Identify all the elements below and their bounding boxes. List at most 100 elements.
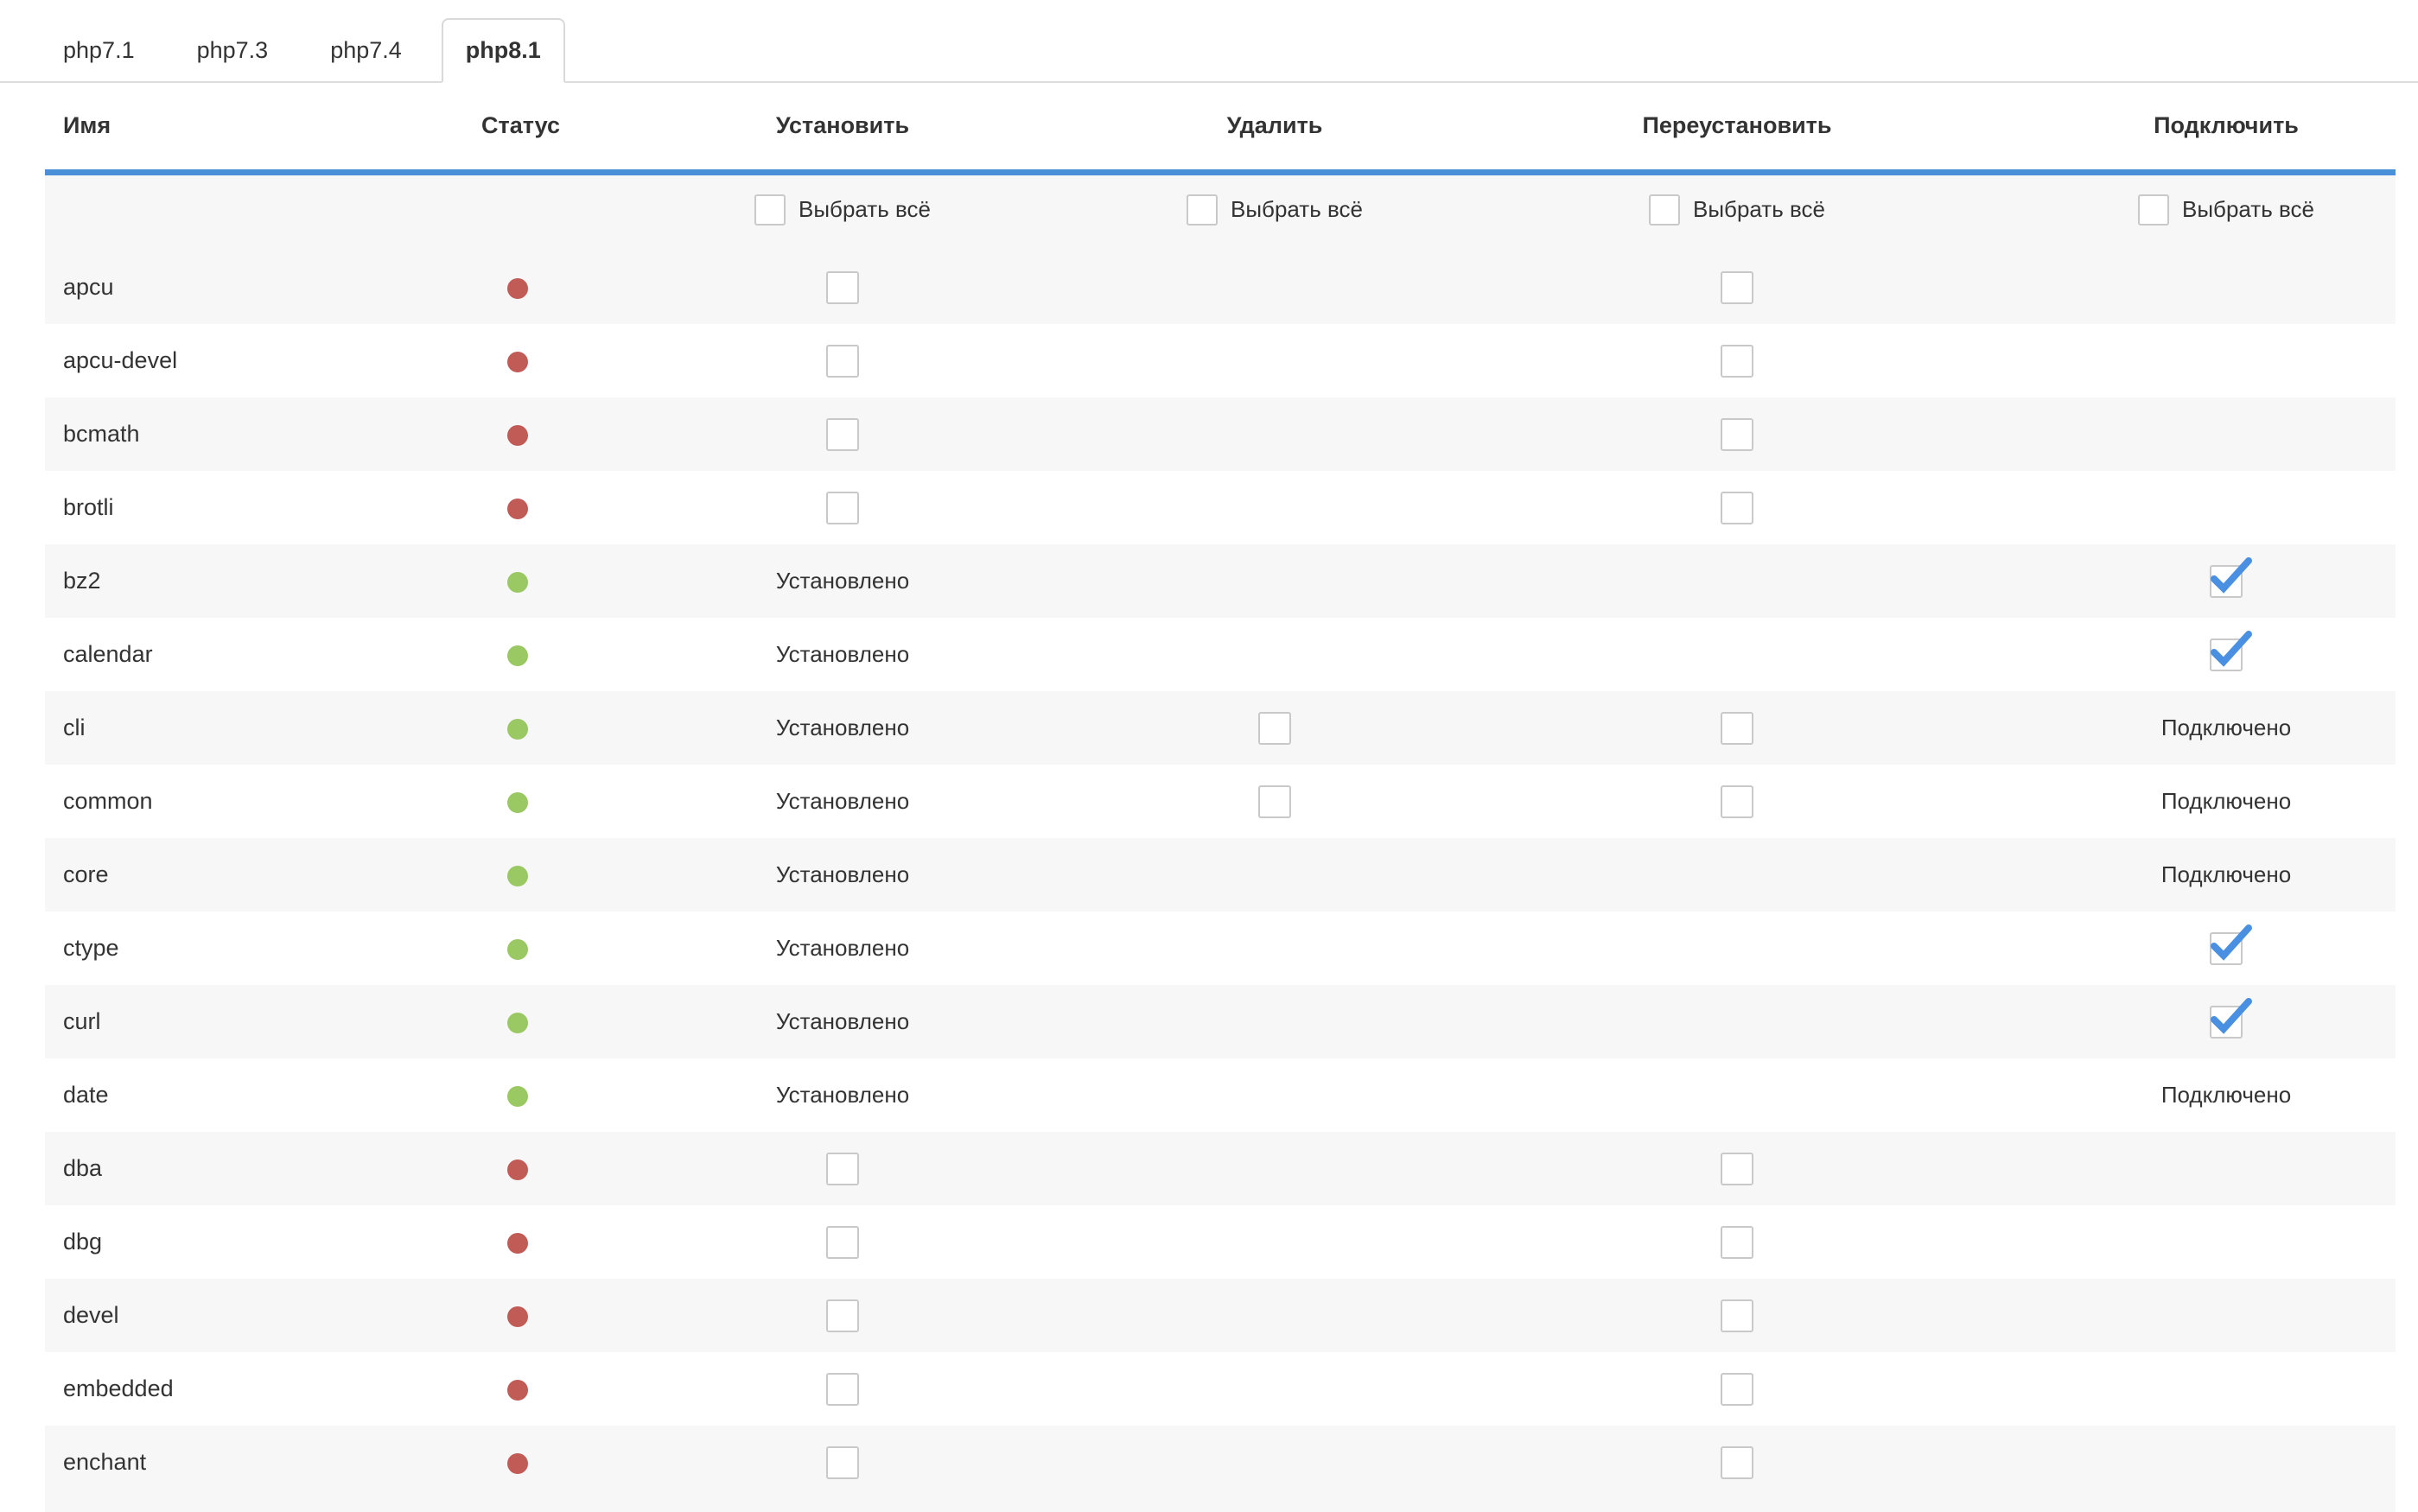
- status-dot: [507, 1380, 528, 1401]
- extension-name: core: [45, 838, 481, 912]
- tab-php7.4[interactable]: php7.4: [308, 20, 424, 81]
- extensions-table: Имя Статус Установить Удалить Переустано…: [45, 83, 2396, 1512]
- installed-text: Установлено: [776, 1008, 909, 1034]
- php-version-tabbar: php7.1 php7.3 php7.4 php8.1: [0, 0, 2418, 83]
- status-cell: [481, 618, 553, 691]
- row-apcu: apcu: [45, 251, 2396, 324]
- install-checkbox[interactable]: [826, 1446, 859, 1479]
- install-checkbox[interactable]: [826, 345, 859, 378]
- reinstall-cell: [1417, 324, 2057, 397]
- enable-cell: [2057, 1279, 2396, 1352]
- remove-cell: [1132, 765, 1417, 838]
- reinstall-checkbox[interactable]: [1721, 785, 1753, 818]
- reinstall-cell: [1417, 985, 2057, 1058]
- reinstall-checkbox[interactable]: [1721, 271, 1753, 304]
- row-apcu-devel: apcu-devel: [45, 324, 2396, 397]
- remove-cell: [1132, 912, 1417, 985]
- install-cell: Установлено: [553, 544, 1132, 618]
- tab-php8.1[interactable]: php8.1: [442, 18, 565, 83]
- column-header-status: Статус: [481, 83, 553, 172]
- reinstall-cell: [1417, 1352, 2057, 1426]
- enable-cell: Подключено: [2057, 765, 2396, 838]
- tab-php7.3[interactable]: php7.3: [175, 20, 291, 81]
- select-all-enable-checkbox[interactable]: [2138, 194, 2169, 226]
- reinstall-checkbox[interactable]: [1721, 712, 1753, 745]
- reinstall-cell: [1417, 691, 2057, 765]
- enable-cell: [2057, 985, 2396, 1058]
- status-dot: [507, 792, 528, 813]
- reinstall-checkbox[interactable]: [1721, 345, 1753, 378]
- install-cell: [553, 1426, 1132, 1499]
- status-cell: [481, 691, 553, 765]
- row-common: common Установлено Подключено: [45, 765, 2396, 838]
- reinstall-checkbox[interactable]: [1721, 492, 1753, 524]
- reinstall-cell: [1417, 544, 2057, 618]
- extension-name: dbg: [45, 1205, 481, 1279]
- install-checkbox[interactable]: [826, 492, 859, 524]
- select-all-reinstall-checkbox[interactable]: [1649, 194, 1680, 226]
- remove-checkbox[interactable]: [1258, 712, 1291, 745]
- enable-cell: [2057, 1352, 2396, 1426]
- install-checkbox[interactable]: [826, 1226, 859, 1259]
- reinstall-cell: [1417, 1132, 2057, 1205]
- connected-text: Подключено: [2161, 715, 2291, 740]
- status-cell: [481, 1279, 553, 1352]
- reinstall-checkbox[interactable]: [1721, 1153, 1753, 1185]
- remove-cell: [1132, 1352, 1417, 1426]
- status-cell: [481, 1058, 553, 1132]
- status-cell: [481, 985, 553, 1058]
- reinstall-checkbox[interactable]: [1721, 1446, 1753, 1479]
- reinstall-checkbox[interactable]: [1721, 418, 1753, 451]
- status-dot: [507, 866, 528, 886]
- extension-name: date: [45, 1058, 481, 1132]
- enable-checkbox[interactable]: [2210, 1006, 2243, 1039]
- extension-name: common: [45, 765, 481, 838]
- enable-checkbox[interactable]: [2210, 638, 2243, 671]
- reinstall-cell: [1417, 838, 2057, 912]
- reinstall-cell: [1417, 618, 2057, 691]
- enable-cell: [2057, 544, 2396, 618]
- reinstall-checkbox[interactable]: [1721, 1226, 1753, 1259]
- select-all-install-cell: Выбрать всё: [553, 172, 1132, 251]
- install-checkbox[interactable]: [826, 271, 859, 304]
- status-cell: [481, 765, 553, 838]
- reinstall-cell: [1417, 765, 2057, 838]
- installed-text: Установлено: [776, 568, 909, 594]
- select-all-reinstall-cell: Выбрать всё: [1417, 172, 2057, 251]
- status-cell: [481, 471, 553, 544]
- select-all-remove-checkbox[interactable]: [1187, 194, 1218, 226]
- status-cell: [481, 544, 553, 618]
- install-cell: [553, 251, 1132, 324]
- enable-checkbox[interactable]: [2210, 932, 2243, 965]
- install-cell: [553, 1279, 1132, 1352]
- enable-checkbox[interactable]: [2210, 565, 2243, 598]
- install-checkbox[interactable]: [826, 1299, 859, 1332]
- row-cli: cliУстановленоПодключено: [45, 691, 2396, 765]
- reinstall-checkbox[interactable]: [1721, 1373, 1753, 1406]
- install-checkbox[interactable]: [826, 418, 859, 451]
- row-ctype: ctypeУстановлено: [45, 912, 2396, 985]
- row-enchant: enchant: [45, 1426, 2396, 1499]
- select-all-install-checkbox[interactable]: [754, 194, 786, 226]
- status-dot: [507, 1086, 528, 1107]
- install-checkbox[interactable]: [826, 1373, 859, 1406]
- column-header-remove: Удалить: [1132, 83, 1417, 172]
- status-cell: [481, 1132, 553, 1205]
- install-cell: Установлено: [553, 912, 1132, 985]
- enable-cell: [2057, 1132, 2396, 1205]
- tab-php7.1[interactable]: php7.1: [41, 20, 157, 81]
- remove-checkbox[interactable]: [1258, 785, 1291, 818]
- select-all-install-label: Выбрать всё: [799, 196, 931, 223]
- reinstall-checkbox[interactable]: [1721, 1299, 1753, 1332]
- installed-text: Установлено: [776, 788, 909, 814]
- remove-cell: [1132, 838, 1417, 912]
- partial-next-row: [45, 1499, 2396, 1512]
- install-checkbox[interactable]: [826, 1153, 859, 1185]
- table-header-row: Имя Статус Установить Удалить Переустано…: [45, 83, 2396, 172]
- select-all-reinstall-label: Выбрать всё: [1693, 196, 1825, 223]
- status-dot: [507, 719, 528, 740]
- reinstall-cell: [1417, 1279, 2057, 1352]
- extension-name: embedded: [45, 1352, 481, 1426]
- status-dot: [507, 1013, 528, 1033]
- reinstall-cell: [1417, 397, 2057, 471]
